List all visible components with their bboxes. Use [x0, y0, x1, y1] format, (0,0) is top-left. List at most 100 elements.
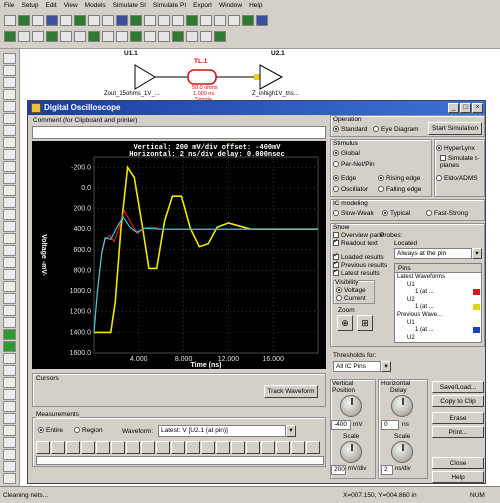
- left-tool-button-16[interactable]: [3, 233, 16, 244]
- measure-tool-button-8[interactable]: [141, 441, 155, 454]
- left-tool-button-10[interactable]: [3, 161, 16, 172]
- menu-file[interactable]: File: [4, 2, 14, 9]
- chevron-down-icon[interactable]: ▾: [286, 425, 296, 437]
- loaded-results-checkbox[interactable]: Loaded results: [333, 252, 384, 261]
- measure-tool-button-16[interactable]: [261, 441, 275, 454]
- left-tool-button-31[interactable]: [3, 413, 16, 424]
- menu-view[interactable]: View: [64, 2, 78, 9]
- left-tool-button-3[interactable]: [3, 77, 16, 88]
- left-tool-button-4[interactable]: [3, 89, 16, 100]
- help-button[interactable]: Help: [432, 471, 484, 483]
- left-tool-button-6[interactable]: [3, 113, 16, 124]
- measure-tool-button-5[interactable]: [96, 441, 110, 454]
- left-tool-button-35[interactable]: [3, 461, 16, 472]
- waveform-select[interactable]: Latest: V [U2.1 (at pin)]: [158, 425, 286, 437]
- latest-results-checkbox[interactable]: Latest results: [333, 268, 380, 277]
- left-tool-button-25[interactable]: [3, 341, 16, 352]
- region-radio[interactable]: Region: [74, 427, 103, 434]
- previous-results-checkbox[interactable]: Previous results: [333, 260, 387, 269]
- edge-radio[interactable]: Edge: [333, 175, 356, 182]
- left-tool-button-24[interactable]: [3, 329, 16, 340]
- toolbar-row2-button-5[interactable]: [60, 31, 72, 42]
- toolbar-row2-button-3[interactable]: [32, 31, 44, 42]
- vertical-position-knob[interactable]: [340, 395, 362, 417]
- pins-tree-item[interactable]: 1 (at ...: [415, 327, 434, 334]
- oscillator-radio[interactable]: Oscillator: [333, 186, 368, 193]
- close-icon[interactable]: ×: [472, 103, 483, 113]
- toolbar-row2-button-7[interactable]: [88, 31, 100, 42]
- scope-display[interactable]: 1600.0 1400.0 1200.0 1000.0 800.0 600.0 400.0 2…: [32, 141, 326, 369]
- pins-tree-item[interactable]: 1 (at ...: [415, 304, 434, 311]
- track-waveform-button[interactable]: Track Waveform: [264, 385, 318, 398]
- pins-tree-item[interactable]: U1: [407, 320, 415, 327]
- pins-tree-item[interactable]: U2: [407, 297, 415, 304]
- comment-input[interactable]: [32, 126, 326, 139]
- toolbar-button-5[interactable]: [60, 15, 72, 26]
- menu-help[interactable]: Help: [249, 2, 262, 9]
- measure-tool-button-19[interactable]: [306, 441, 320, 454]
- left-tool-button-21[interactable]: [3, 293, 16, 304]
- left-tool-button-28[interactable]: [3, 377, 16, 388]
- typical-radio[interactable]: Typical: [382, 210, 410, 217]
- start-simulation-button[interactable]: Start Simulation: [428, 122, 482, 135]
- left-tool-button-13[interactable]: [3, 197, 16, 208]
- waveform-color-swatch[interactable]: [473, 289, 480, 296]
- dialog-titlebar[interactable]: Digital Oscilloscope: [28, 101, 485, 115]
- maximize-button[interactable]: □: [460, 103, 471, 113]
- menu-models[interactable]: Models: [85, 2, 106, 9]
- entire-radio[interactable]: Entire: [38, 427, 63, 434]
- toolbar-row2-button-6[interactable]: [74, 31, 86, 42]
- falling-edge-radio[interactable]: Falling edge: [378, 186, 421, 193]
- left-tool-button-30[interactable]: [3, 401, 16, 412]
- left-tool-button-20[interactable]: [3, 281, 16, 292]
- horizontal-scale-input[interactable]: 2: [381, 465, 393, 475]
- save-load-button[interactable]: Save/Load...: [432, 381, 484, 393]
- measure-tool-button-17[interactable]: [276, 441, 290, 454]
- simulate-tplanes-checkbox[interactable]: Simulate t-planes: [440, 155, 484, 169]
- pins-tree-item[interactable]: 1 (at ...: [415, 289, 434, 296]
- thresholds-select[interactable]: All IC Pins: [333, 361, 381, 372]
- close-button[interactable]: Close: [432, 457, 484, 469]
- hyperlynx-radio[interactable]: HyperLynx: [436, 145, 475, 152]
- horizontal-delay-input[interactable]: 0: [381, 420, 399, 430]
- global-radio[interactable]: Global: [333, 150, 360, 157]
- print-button[interactable]: Print...: [432, 426, 484, 438]
- menu-export[interactable]: Export: [193, 2, 212, 9]
- left-tool-button-8[interactable]: [3, 137, 16, 148]
- measure-tool-button-18[interactable]: [291, 441, 305, 454]
- menu-edit[interactable]: Edit: [45, 2, 56, 9]
- measure-tool-button-6[interactable]: [111, 441, 125, 454]
- left-tool-button-22[interactable]: [3, 305, 16, 316]
- toolbar-button-4[interactable]: [46, 15, 58, 26]
- vertical-scale-input[interactable]: 200: [331, 465, 346, 475]
- toolbar-button-2[interactable]: [18, 15, 30, 26]
- left-tool-button-18[interactable]: [3, 257, 16, 268]
- left-tool-button-19[interactable]: [3, 269, 16, 280]
- rising-edge-radio[interactable]: Rising edge: [378, 175, 420, 182]
- toolbar-button-7[interactable]: [88, 15, 100, 26]
- located-chevron-down-icon[interactable]: ▾: [472, 248, 482, 259]
- left-tool-button-15[interactable]: [3, 221, 16, 232]
- menu-simulate-pi[interactable]: Simulate PI: [153, 2, 186, 9]
- toolbar-row2-button-10[interactable]: [130, 31, 142, 42]
- left-tool-button-23[interactable]: [3, 317, 16, 328]
- toolbar-row2-button-8[interactable]: [102, 31, 114, 42]
- toolbar-row2-button-9[interactable]: [116, 31, 128, 42]
- toolbar-button-18[interactable]: [242, 15, 254, 26]
- measure-tool-button-1[interactable]: [36, 441, 50, 454]
- zoom-fit-icon[interactable]: ⊞: [357, 315, 373, 331]
- pins-tree-item[interactable]: Latest Waveforms: [397, 274, 445, 281]
- left-tool-button-1[interactable]: [3, 53, 16, 64]
- left-tool-button-11[interactable]: [3, 173, 16, 184]
- left-tool-button-26[interactable]: [3, 353, 16, 364]
- left-tool-button-36[interactable]: [3, 473, 16, 484]
- left-tool-button-29[interactable]: [3, 389, 16, 400]
- current-radio[interactable]: Current: [336, 295, 366, 302]
- measure-tool-button-10[interactable]: [171, 441, 185, 454]
- eldo-radio[interactable]: Eldo/ADMS: [436, 175, 478, 182]
- toolbar-row2-button-13[interactable]: [172, 31, 184, 42]
- toolbar-row2-button-2[interactable]: [18, 31, 30, 42]
- toolbar-button-12[interactable]: [158, 15, 170, 26]
- vertical-scale-knob[interactable]: [340, 441, 362, 463]
- toolbar-row2-button-11[interactable]: [144, 31, 156, 42]
